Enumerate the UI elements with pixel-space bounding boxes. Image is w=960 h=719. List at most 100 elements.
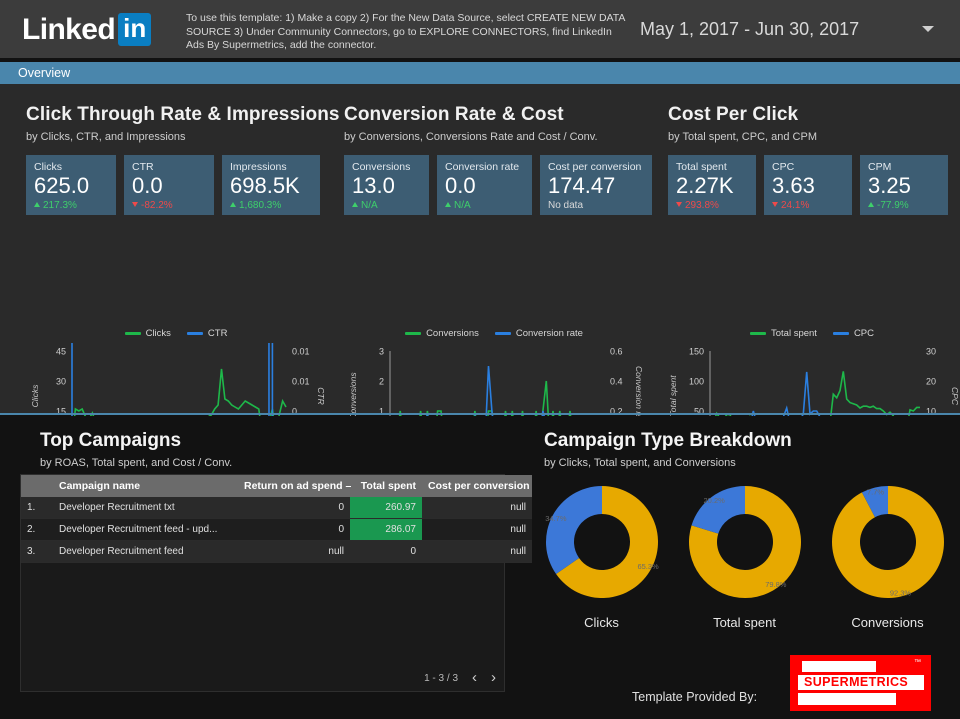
group-conversion-rate: Conversion Rate & Cost by Conversions, C… xyxy=(344,104,652,215)
svg-text:Total spent: Total spent xyxy=(668,375,678,417)
trademark-symbol: ™ xyxy=(914,659,921,666)
legend-item: Conversions xyxy=(405,328,479,339)
scorecard-delta: -77.9% xyxy=(868,200,940,212)
panel-subtitle: by ROAS, Total spent, and Cost / Conv. xyxy=(40,457,233,469)
tab-overview[interactable]: Overview xyxy=(0,62,960,84)
group-title: Cost Per Click xyxy=(668,104,799,125)
scorecard-label: CPC xyxy=(772,161,795,173)
donut-caption: Clicks xyxy=(584,615,619,630)
legend-item: Conversion rate xyxy=(494,328,583,339)
table-pagination[interactable]: 1 - 3 / 3 ‹ › xyxy=(424,670,496,685)
scorecard-delta: N/A xyxy=(445,200,524,212)
svg-text:0: 0 xyxy=(292,407,297,417)
legend-item: Clicks xyxy=(124,328,171,339)
column-total-spent[interactable]: Total spent xyxy=(350,475,422,497)
column-cost-per-conversion[interactable]: Cost per conversion xyxy=(422,475,532,497)
scorecard-delta: N/A xyxy=(352,200,421,212)
dashboard-header: Linked in To use this template: 1) Make … xyxy=(0,0,960,58)
table-row[interactable]: 2. Developer Recruitment feed - upd... 0 28… xyxy=(21,518,532,541)
scorecard-value: 0.0 xyxy=(132,173,163,198)
scorecard-row: Clicks 625.0 217.3% CTR 0.0 -82.2% Impre… xyxy=(26,155,340,215)
cell-cost-per-conversion: null xyxy=(422,540,532,563)
donut-clicks[interactable]: 65.3% 34.7% Clicks xyxy=(530,482,673,630)
scorecard-value: 625.0 xyxy=(34,173,90,198)
svg-text:2: 2 xyxy=(379,377,384,387)
svg-text:0.6: 0.6 xyxy=(610,347,623,357)
scorecard-cpc[interactable]: CPC 3.63 24.1% xyxy=(764,155,852,215)
group-click-through-rate: Click Through Rate & Impressions by Clic… xyxy=(26,104,340,215)
scorecard-label: Cost per conversion xyxy=(548,161,642,173)
linkedin-logo: Linked in xyxy=(22,13,152,46)
column-index[interactable] xyxy=(21,475,53,497)
scorecard-value: 0.0 xyxy=(445,173,476,198)
cell-index: 3. xyxy=(21,540,53,563)
scorecard-impressions[interactable]: Impressions 698.5K 1,680.3% xyxy=(222,155,320,215)
donut-caption: Total spent xyxy=(713,615,776,630)
legend-swatch-icon xyxy=(749,332,766,335)
cell-cost-per-conversion: null xyxy=(422,497,532,519)
donut-conversions[interactable]: 92.3% 7.7% Conversions xyxy=(816,482,959,630)
svg-text:CPC: CPC xyxy=(950,387,960,406)
scorecard-delta: No data xyxy=(548,200,584,211)
scorecard-conversion-rate[interactable]: Conversion rate 0.0 N/A xyxy=(437,155,532,215)
cell-total-spent: 260.97 xyxy=(350,497,422,519)
scorecard-delta: 24.1% xyxy=(772,200,844,212)
legend-label: Conversion rate xyxy=(515,328,583,339)
chevron-down-icon[interactable] xyxy=(922,26,934,32)
scorecard-cost-per-conversion[interactable]: Cost per conversion 174.47 No data xyxy=(540,155,652,215)
svg-text:50: 50 xyxy=(694,407,704,417)
group-subtitle: by Total spent, CPC, and CPM xyxy=(668,131,817,143)
scorecard-value: 13.0 xyxy=(352,173,395,198)
table-row[interactable]: 3. Developer Recruitment feed null 0 null xyxy=(21,540,532,563)
chart-legend: Conversions Conversion rate xyxy=(344,328,644,339)
logo-in-badge: in xyxy=(118,13,152,46)
svg-text:0.01: 0.01 xyxy=(292,377,310,387)
donut-total-spent[interactable]: 79.8% 20.2% Total spent xyxy=(673,482,816,630)
scorecard-total-spent[interactable]: Total spent 2.27K 293.8% xyxy=(668,155,756,215)
column-label: Return on ad spend xyxy=(244,480,343,492)
sort-indicator-icon: – xyxy=(345,480,352,492)
svg-text:100: 100 xyxy=(689,377,704,387)
chevron-right-icon[interactable]: › xyxy=(491,670,496,685)
scorecard-label: CPM xyxy=(868,161,892,173)
svg-text:0.4: 0.4 xyxy=(610,377,623,387)
svg-text:1: 1 xyxy=(379,407,384,417)
tab-bar[interactable]: Overview xyxy=(0,62,960,84)
svg-text:15: 15 xyxy=(56,407,66,417)
arrow-down-icon xyxy=(772,202,778,207)
panel-subtitle: by Clicks, Total spent, and Conversions xyxy=(544,457,736,469)
chevron-left-icon[interactable]: ‹ xyxy=(472,670,477,685)
donut-caption: Conversions xyxy=(851,615,924,630)
scorecard-conversions[interactable]: Conversions 13.0 N/A xyxy=(344,155,429,215)
date-range-selector[interactable]: May 1, 2017 - Jun 30, 2017 xyxy=(636,14,946,45)
svg-text:20.2%: 20.2% xyxy=(703,496,725,505)
arrow-up-icon xyxy=(352,202,358,207)
panel-title: Top Campaigns xyxy=(40,430,182,451)
dashboard-page: Linked in To use this template: 1) Make … xyxy=(0,0,960,719)
scorecard-value: 174.47 xyxy=(548,173,616,198)
legend-label: Conversions xyxy=(426,328,479,339)
scorecard-cpm[interactable]: CPM 3.25 -77.9% xyxy=(860,155,948,215)
top-campaigns-table[interactable]: Campaign name Return on ad spend – Total… xyxy=(20,474,532,692)
column-roas[interactable]: Return on ad spend – xyxy=(238,475,352,497)
legend-item: CPC xyxy=(832,328,874,339)
arrow-up-icon xyxy=(445,202,451,207)
chart-legend: Clicks CTR xyxy=(26,328,326,339)
arrow-down-icon xyxy=(132,202,138,207)
supermetrics-logo: ™ SUPERMETRICS xyxy=(790,655,931,711)
svg-text:150: 150 xyxy=(689,347,704,357)
arrow-down-icon xyxy=(676,202,682,207)
scorecard-clicks[interactable]: Clicks 625.0 217.3% xyxy=(26,155,116,215)
cell-total-spent: 286.07 xyxy=(350,518,422,541)
group-subtitle: by Conversions, Conversions Rate and Cos… xyxy=(344,131,598,143)
cell-roas: null xyxy=(238,540,350,563)
scorecard-label: Total spent xyxy=(676,161,727,173)
column-campaign-name[interactable]: Campaign name xyxy=(53,475,238,497)
arrow-up-icon xyxy=(230,202,236,207)
svg-text:30: 30 xyxy=(926,347,936,357)
svg-text:92.3%: 92.3% xyxy=(889,588,911,597)
svg-text:CTR: CTR xyxy=(316,387,326,404)
table-row[interactable]: 1. Developer Recruitment txt 0 260.97 null xyxy=(21,497,532,519)
logo-text: SUPERMETRICS xyxy=(804,675,909,689)
scorecard-ctr[interactable]: CTR 0.0 -82.2% xyxy=(124,155,214,215)
